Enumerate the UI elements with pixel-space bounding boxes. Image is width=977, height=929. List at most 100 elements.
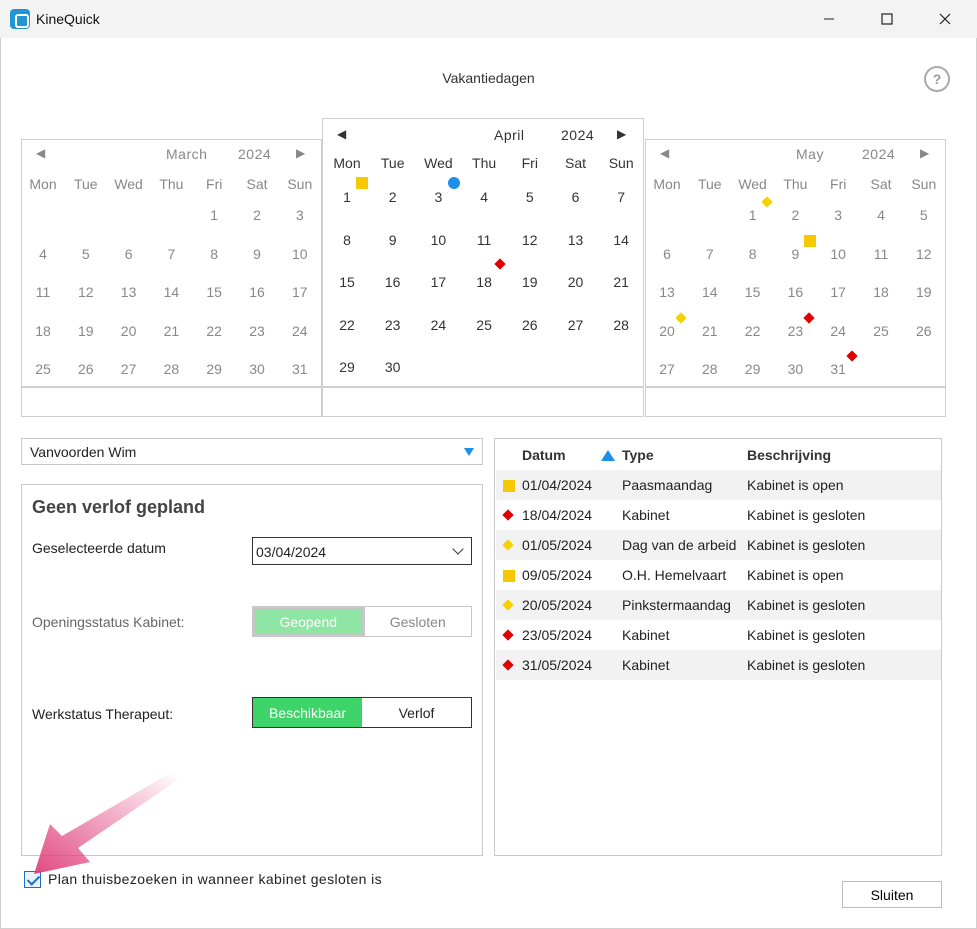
column-header-type[interactable]: Type <box>622 447 654 463</box>
work-available-option[interactable]: Beschikbaar <box>253 698 362 727</box>
calendar-day[interactable]: 11 <box>23 284 63 300</box>
minimize-button[interactable] <box>800 0 858 38</box>
calendar-day[interactable]: 26 <box>904 323 944 339</box>
calendar-day[interactable]: 19 <box>904 284 944 300</box>
close-window-button[interactable] <box>916 0 974 38</box>
calendar-day[interactable]: 23 <box>373 317 413 333</box>
calendar-day[interactable]: 27 <box>647 361 687 377</box>
calendar-day[interactable]: 3 <box>418 189 458 205</box>
calendar-day[interactable]: 13 <box>647 284 687 300</box>
prev-month-button[interactable]: ◀ <box>36 146 45 160</box>
calendar-day[interactable]: 16 <box>775 284 815 300</box>
calendar-day[interactable]: 11 <box>464 232 504 248</box>
calendar-day[interactable]: 23 <box>775 323 815 339</box>
calendar-day[interactable]: 25 <box>23 361 63 377</box>
calendar-day[interactable]: 1 <box>733 207 773 223</box>
calendar-day[interactable]: 9 <box>775 246 815 262</box>
opening-closed-option[interactable]: Gesloten <box>363 607 472 636</box>
calendar-day[interactable]: 5 <box>510 189 550 205</box>
calendar-day[interactable]: 12 <box>510 232 550 248</box>
calendar-day[interactable]: 24 <box>818 323 858 339</box>
calendar-day[interactable]: 4 <box>861 207 901 223</box>
prev-month-button[interactable]: ◀ <box>660 146 669 160</box>
calendar-day[interactable]: 28 <box>690 361 730 377</box>
calendar-day[interactable]: 18 <box>861 284 901 300</box>
calendar-day[interactable]: 28 <box>151 361 191 377</box>
calendar-day[interactable]: 3 <box>280 207 320 223</box>
calendar-day[interactable]: 2 <box>237 207 277 223</box>
calendar-day[interactable]: 5 <box>904 207 944 223</box>
calendar-day[interactable]: 24 <box>418 317 458 333</box>
prev-month-button[interactable]: ◀ <box>337 127 346 141</box>
calendar-day[interactable]: 1 <box>194 207 234 223</box>
calendar-day[interactable]: 8 <box>194 246 234 262</box>
table-row[interactable]: 01/04/2024 Paasmaandag Kabinet is open <box>496 470 941 500</box>
calendar-day[interactable]: 13 <box>556 232 596 248</box>
calendar-day[interactable]: 20 <box>109 323 149 339</box>
calendar-day[interactable]: 15 <box>327 274 367 290</box>
calendar-day[interactable]: 30 <box>775 361 815 377</box>
next-month-button[interactable]: ▶ <box>296 146 305 160</box>
table-row[interactable]: 01/05/2024 Dag van de arbeid Kabinet is ge… <box>496 530 941 560</box>
next-month-button[interactable]: ▶ <box>920 146 929 160</box>
calendar-day[interactable]: 25 <box>464 317 504 333</box>
calendar-day[interactable]: 29 <box>327 359 367 375</box>
table-row[interactable]: 20/05/2024 Pinkstermaandag Kabinet is gesl… <box>496 590 941 620</box>
calendar-day[interactable]: 12 <box>904 246 944 262</box>
calendar-day[interactable]: 23 <box>237 323 277 339</box>
calendar-day[interactable]: 18 <box>23 323 63 339</box>
column-header-beschrijving[interactable]: Beschrijving <box>747 447 831 463</box>
calendar-day[interactable]: 21 <box>601 274 641 290</box>
calendar-day[interactable]: 18 <box>464 274 504 290</box>
calendar-day[interactable]: 7 <box>151 246 191 262</box>
calendar-day[interactable]: 27 <box>109 361 149 377</box>
calendar-day[interactable]: 13 <box>109 284 149 300</box>
opening-open-option[interactable]: Geopend <box>253 607 364 636</box>
calendar-day[interactable]: 22 <box>327 317 367 333</box>
calendar-day[interactable]: 19 <box>66 323 106 339</box>
calendar-day[interactable]: 24 <box>280 323 320 339</box>
calendar-day[interactable]: 10 <box>418 232 458 248</box>
table-row[interactable]: 09/05/2024 O.H. Hemelvaart Kabinet is open <box>496 560 941 590</box>
calendar-day[interactable]: 16 <box>237 284 277 300</box>
work-leave-option[interactable]: Verlof <box>362 698 471 727</box>
calendar-day[interactable]: 22 <box>194 323 234 339</box>
calendar-day[interactable]: 21 <box>690 323 730 339</box>
calendar-day[interactable]: 15 <box>733 284 773 300</box>
calendar-day[interactable]: 26 <box>510 317 550 333</box>
calendar-day[interactable]: 14 <box>690 284 730 300</box>
calendar-day[interactable]: 9 <box>373 232 413 248</box>
calendar-day[interactable]: 20 <box>647 323 687 339</box>
calendar-day[interactable]: 17 <box>280 284 320 300</box>
calendar-day[interactable]: 2 <box>373 189 413 205</box>
column-header-datum[interactable]: Datum <box>522 447 566 463</box>
calendar-day[interactable]: 30 <box>373 359 413 375</box>
calendar-day[interactable]: 6 <box>556 189 596 205</box>
calendar-day[interactable]: 6 <box>109 246 149 262</box>
calendar-day[interactable]: 29 <box>733 361 773 377</box>
calendar-day[interactable]: 25 <box>861 323 901 339</box>
table-row[interactable]: 23/05/2024 Kabinet Kabinet is gesloten <box>496 620 941 650</box>
calendar-day[interactable]: 26 <box>66 361 106 377</box>
calendar-day[interactable]: 8 <box>327 232 367 248</box>
close-button[interactable]: Sluiten <box>842 881 942 908</box>
calendar-day[interactable]: 10 <box>280 246 320 262</box>
calendar-day[interactable]: 5 <box>66 246 106 262</box>
maximize-button[interactable] <box>858 0 916 38</box>
calendar-day[interactable]: 10 <box>818 246 858 262</box>
calendar-day[interactable]: 19 <box>510 274 550 290</box>
calendar-day[interactable]: 4 <box>23 246 63 262</box>
calendar-day[interactable]: 21 <box>151 323 191 339</box>
calendar-day[interactable]: 31 <box>280 361 320 377</box>
calendar-day[interactable]: 30 <box>237 361 277 377</box>
calendar-day[interactable]: 7 <box>690 246 730 262</box>
calendar-day[interactable]: 7 <box>601 189 641 205</box>
calendar-day[interactable]: 2 <box>775 207 815 223</box>
calendar-day[interactable]: 14 <box>601 232 641 248</box>
calendar-day[interactable]: 3 <box>818 207 858 223</box>
next-month-button[interactable]: ▶ <box>617 127 626 141</box>
calendar-day[interactable]: 29 <box>194 361 234 377</box>
calendar-day[interactable]: 8 <box>733 246 773 262</box>
calendar-day[interactable]: 31 <box>818 361 858 377</box>
calendar-day[interactable]: 16 <box>373 274 413 290</box>
